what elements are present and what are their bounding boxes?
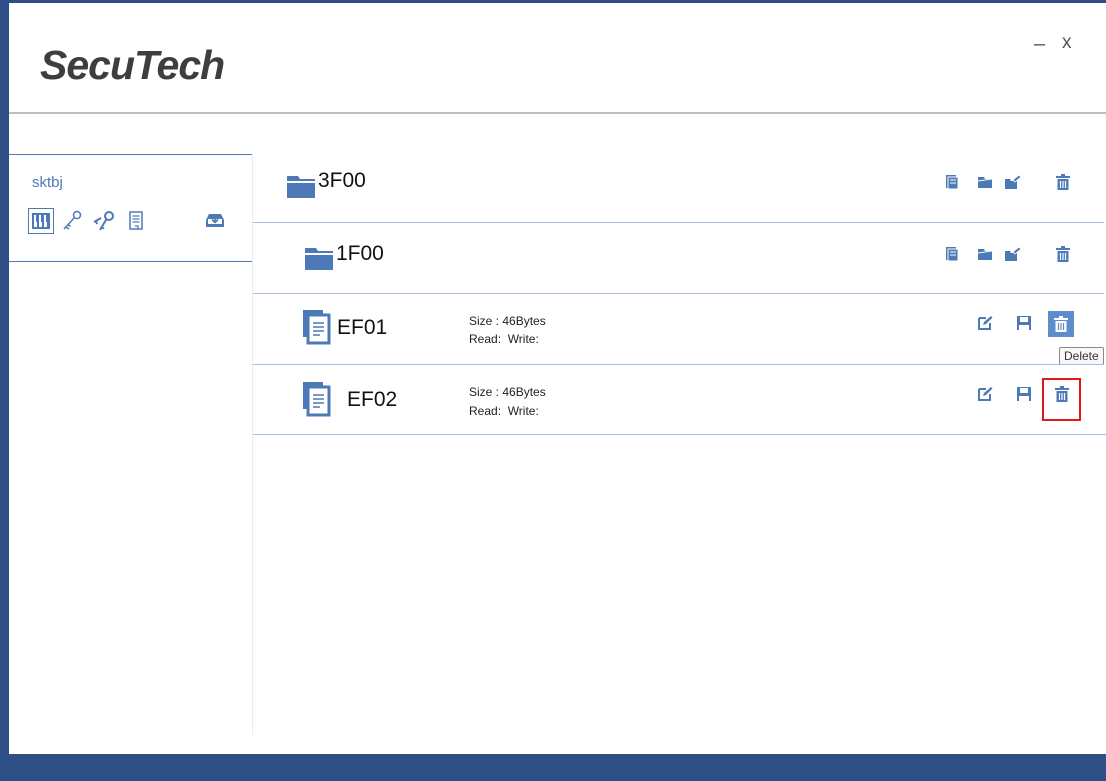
file-size: Size : 46Bytes: [469, 314, 546, 328]
folder-icon: [305, 248, 333, 270]
edit-button-ef02[interactable]: [976, 385, 994, 403]
header-divider: [9, 112, 1106, 114]
edit-button-ef01[interactable]: [976, 314, 994, 332]
document-icon: [129, 211, 143, 230]
keys-icon: [93, 211, 114, 231]
minimize-button[interactable]: –: [1034, 33, 1045, 56]
file-name-ef02[interactable]: EF02: [347, 388, 397, 412]
window-left-border: [0, 0, 9, 781]
file-size: Size : 46Bytes: [469, 385, 546, 399]
edit-folder-icon: [1005, 246, 1022, 261]
add-folder-icon: [977, 177, 993, 188]
edit-folder-button-1f00[interactable]: [1004, 245, 1022, 263]
folder-name-1f00[interactable]: 1F00: [336, 242, 384, 266]
add-file-icon: [946, 247, 959, 262]
folder-name-3f00[interactable]: 3F00: [318, 169, 366, 193]
delete-tooltip: Delete: [1059, 347, 1104, 365]
save-icon: [1017, 316, 1031, 330]
tool-key-button[interactable]: [59, 208, 85, 234]
sidebar-top-divider: [9, 154, 252, 155]
tool-piano-keys-button[interactable]: [28, 208, 54, 234]
delete-button-1f00[interactable]: [1054, 245, 1072, 263]
file-permissions: Read: Write:: [469, 332, 539, 346]
window-top-border: [0, 0, 1106, 3]
delete-button-ef01[interactable]: [1048, 311, 1074, 337]
close-button[interactable]: x: [1062, 32, 1072, 54]
app-logo: SecuTech: [40, 42, 225, 88]
tool-download-tray-button[interactable]: [202, 208, 228, 234]
row-divider: [253, 364, 1104, 365]
download-tray-icon: [206, 214, 224, 227]
piano-keys-icon: [32, 213, 50, 229]
sidebar-right-divider: [252, 155, 253, 735]
edit-folder-icon: [1005, 174, 1022, 189]
delete-button-3f00[interactable]: [1054, 173, 1072, 191]
file-icon: [303, 310, 331, 345]
row-divider: [253, 434, 1106, 435]
edit-folder-button-3f00[interactable]: [1004, 173, 1022, 191]
edit-icon: [978, 316, 993, 330]
add-file-button-3f00[interactable]: [943, 173, 961, 191]
file-name-ef01[interactable]: EF01: [337, 316, 387, 340]
sidebar-bottom-divider: [9, 261, 252, 262]
folder-icon: [287, 176, 315, 198]
add-folder-button-3f00[interactable]: [976, 173, 994, 191]
key-icon: [63, 210, 82, 230]
row-divider: [253, 222, 1104, 223]
add-folder-icon: [977, 249, 993, 260]
file-permissions: Read: Write:: [469, 404, 539, 418]
tool-keys-button[interactable]: [91, 208, 117, 234]
user-name: sktbj: [32, 174, 63, 191]
delete-icon: [1056, 246, 1070, 262]
save-icon: [1017, 387, 1031, 401]
edit-icon: [978, 387, 993, 401]
save-button-ef02[interactable]: [1015, 385, 1033, 403]
delete-highlight-box: [1042, 378, 1081, 421]
row-divider: [253, 293, 1104, 294]
add-file-icon: [946, 175, 959, 190]
footer-bar: [0, 754, 1106, 781]
delete-icon: [1056, 174, 1070, 190]
save-button-ef01[interactable]: [1015, 314, 1033, 332]
add-folder-button-1f00[interactable]: [976, 245, 994, 263]
delete-icon: [1054, 316, 1068, 332]
add-file-button-1f00[interactable]: [943, 245, 961, 263]
tool-document-button[interactable]: [123, 208, 149, 234]
file-icon: [303, 382, 331, 417]
